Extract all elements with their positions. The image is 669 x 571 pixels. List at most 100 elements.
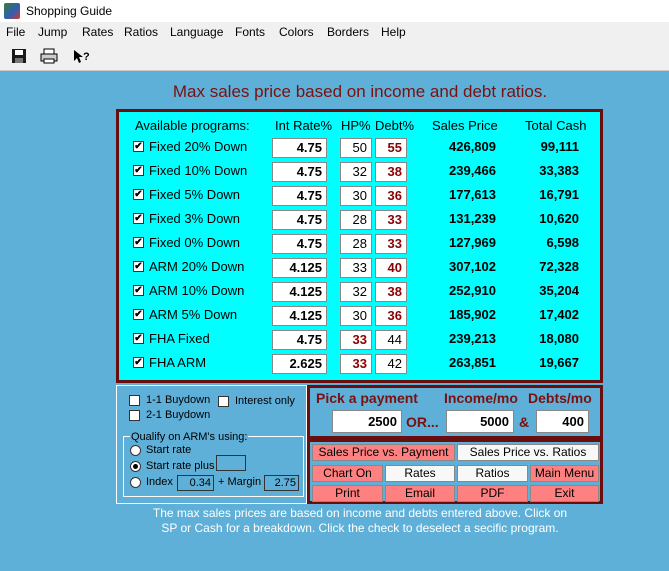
print-button[interactable]: Print [312, 485, 383, 502]
total-cash[interactable]: 35,204 [508, 283, 579, 298]
index-field[interactable]: 0.34 [177, 475, 214, 491]
int-rate-field[interactable]: 2.625 [272, 354, 327, 374]
sales-price[interactable]: 263,851 [406, 355, 496, 370]
program-checkbox[interactable]: ✔ [133, 309, 144, 320]
start-rate-plus-radio[interactable] [130, 461, 141, 472]
table-row: ✔ Fixed 0% Down 4.75 28 33 127,969 6,598 [116, 232, 603, 256]
menu-borders[interactable]: Borders [327, 25, 369, 39]
menu-language[interactable]: Language [170, 25, 223, 39]
program-checkbox[interactable]: ✔ [133, 141, 144, 152]
rates-button[interactable]: Rates [385, 465, 455, 482]
menu-colors[interactable]: Colors [279, 25, 314, 39]
ampersand-label: & [519, 414, 530, 430]
payment-field[interactable]: 2500 [332, 410, 402, 433]
int-rate-field[interactable]: 4.75 [272, 210, 327, 230]
int-rate-field[interactable]: 4.75 [272, 330, 327, 350]
hp-ratio-field[interactable]: 28 [340, 234, 372, 254]
save-icon[interactable] [8, 45, 30, 67]
menu-file[interactable]: File [6, 25, 25, 39]
sales-price[interactable]: 307,102 [406, 259, 496, 274]
print-icon[interactable] [38, 45, 60, 67]
total-cash[interactable]: 72,328 [508, 259, 579, 274]
menu-ratios[interactable]: Ratios [124, 25, 158, 39]
hp-ratio-field[interactable]: 33 [340, 354, 372, 374]
sales-price[interactable]: 239,213 [406, 331, 496, 346]
qualify-title: Qualify on ARM's using: [130, 431, 249, 443]
email-button[interactable]: Email [385, 485, 455, 502]
int-rate-field[interactable]: 4.75 [272, 234, 327, 254]
help-icon[interactable]: ? [70, 45, 92, 67]
debt-ratio-field[interactable]: 44 [375, 330, 407, 350]
total-cash[interactable]: 6,598 [508, 235, 579, 250]
ratios-button[interactable]: Ratios [457, 465, 528, 482]
exit-button[interactable]: Exit [530, 485, 599, 502]
hp-ratio-field[interactable]: 32 [340, 282, 372, 302]
program-checkbox[interactable]: ✔ [133, 261, 144, 272]
buydown-2-1-checkbox[interactable] [129, 410, 140, 421]
menu-help[interactable]: Help [381, 25, 406, 39]
start-rate-radio[interactable] [130, 445, 141, 456]
total-cash[interactable]: 16,791 [508, 187, 579, 202]
menu-fonts[interactable]: Fonts [235, 25, 265, 39]
sales-price[interactable]: 131,239 [406, 211, 496, 226]
table-row: ✔ ARM 20% Down 4.125 33 40 307,102 72,32… [116, 256, 603, 280]
debt-ratio-field[interactable]: 33 [375, 234, 407, 254]
total-cash[interactable]: 19,667 [508, 355, 579, 370]
program-checkbox[interactable]: ✔ [133, 333, 144, 344]
chart-on-button[interactable]: Chart On [312, 465, 383, 482]
total-cash[interactable]: 99,111 [508, 139, 579, 154]
int-rate-field[interactable]: 4.125 [272, 282, 327, 302]
sales-price[interactable]: 185,902 [406, 307, 496, 322]
hp-ratio-field[interactable]: 33 [340, 258, 372, 278]
int-rate-field[interactable]: 4.75 [272, 186, 327, 206]
int-rate-field[interactable]: 4.125 [272, 306, 327, 326]
int-rate-field[interactable]: 4.75 [272, 138, 327, 158]
program-checkbox[interactable]: ✔ [133, 213, 144, 224]
debt-ratio-field[interactable]: 42 [375, 354, 407, 374]
sales-price[interactable]: 252,910 [406, 283, 496, 298]
debt-ratio-field[interactable]: 36 [375, 306, 407, 326]
debt-ratio-field[interactable]: 38 [375, 162, 407, 182]
sales-price[interactable]: 426,809 [406, 139, 496, 154]
sp-vs-payment-button[interactable]: Sales Price vs. Payment [312, 444, 455, 461]
debt-ratio-field[interactable]: 36 [375, 186, 407, 206]
sales-price[interactable]: 177,613 [406, 187, 496, 202]
sales-price[interactable]: 127,969 [406, 235, 496, 250]
debt-ratio-field[interactable]: 33 [375, 210, 407, 230]
int-rate-field[interactable]: 4.75 [272, 162, 327, 182]
start-rate-plus-field[interactable] [216, 455, 246, 471]
index-radio[interactable] [130, 477, 141, 488]
hp-ratio-field[interactable]: 50 [340, 138, 372, 158]
total-cash[interactable]: 18,080 [508, 331, 579, 346]
interest-only-checkbox[interactable] [218, 396, 229, 407]
income-field[interactable]: 5000 [446, 410, 514, 433]
table-row: ✔ FHA Fixed 4.75 33 44 239,213 18,080 [116, 328, 603, 352]
hp-ratio-field[interactable]: 33 [340, 330, 372, 350]
debt-ratio-field[interactable]: 38 [375, 282, 407, 302]
income-label: Income/mo [444, 390, 518, 406]
margin-field[interactable]: 2.75 [264, 475, 299, 491]
hp-ratio-field[interactable]: 30 [340, 186, 372, 206]
debts-field[interactable]: 400 [536, 410, 589, 433]
program-checkbox[interactable]: ✔ [133, 357, 144, 368]
buydown-1-1-checkbox[interactable] [129, 395, 140, 406]
debt-ratio-field[interactable]: 40 [375, 258, 407, 278]
program-checkbox[interactable]: ✔ [133, 165, 144, 176]
sales-price[interactable]: 239,466 [406, 163, 496, 178]
total-cash[interactable]: 33,383 [508, 163, 579, 178]
pdf-button[interactable]: PDF [457, 485, 528, 502]
program-checkbox[interactable]: ✔ [133, 237, 144, 248]
total-cash[interactable]: 10,620 [508, 211, 579, 226]
sp-vs-ratios-button[interactable]: Sales Price vs. Ratios [457, 444, 599, 461]
debt-ratio-field[interactable]: 55 [375, 138, 407, 158]
main-menu-button[interactable]: Main Menu [530, 465, 599, 482]
hp-ratio-field[interactable]: 28 [340, 210, 372, 230]
total-cash[interactable]: 17,402 [508, 307, 579, 322]
menu-rates[interactable]: Rates [82, 25, 113, 39]
program-checkbox[interactable]: ✔ [133, 189, 144, 200]
program-checkbox[interactable]: ✔ [133, 285, 144, 296]
hp-ratio-field[interactable]: 32 [340, 162, 372, 182]
menu-jump[interactable]: Jump [38, 25, 67, 39]
hp-ratio-field[interactable]: 30 [340, 306, 372, 326]
int-rate-field[interactable]: 4.125 [272, 258, 327, 278]
